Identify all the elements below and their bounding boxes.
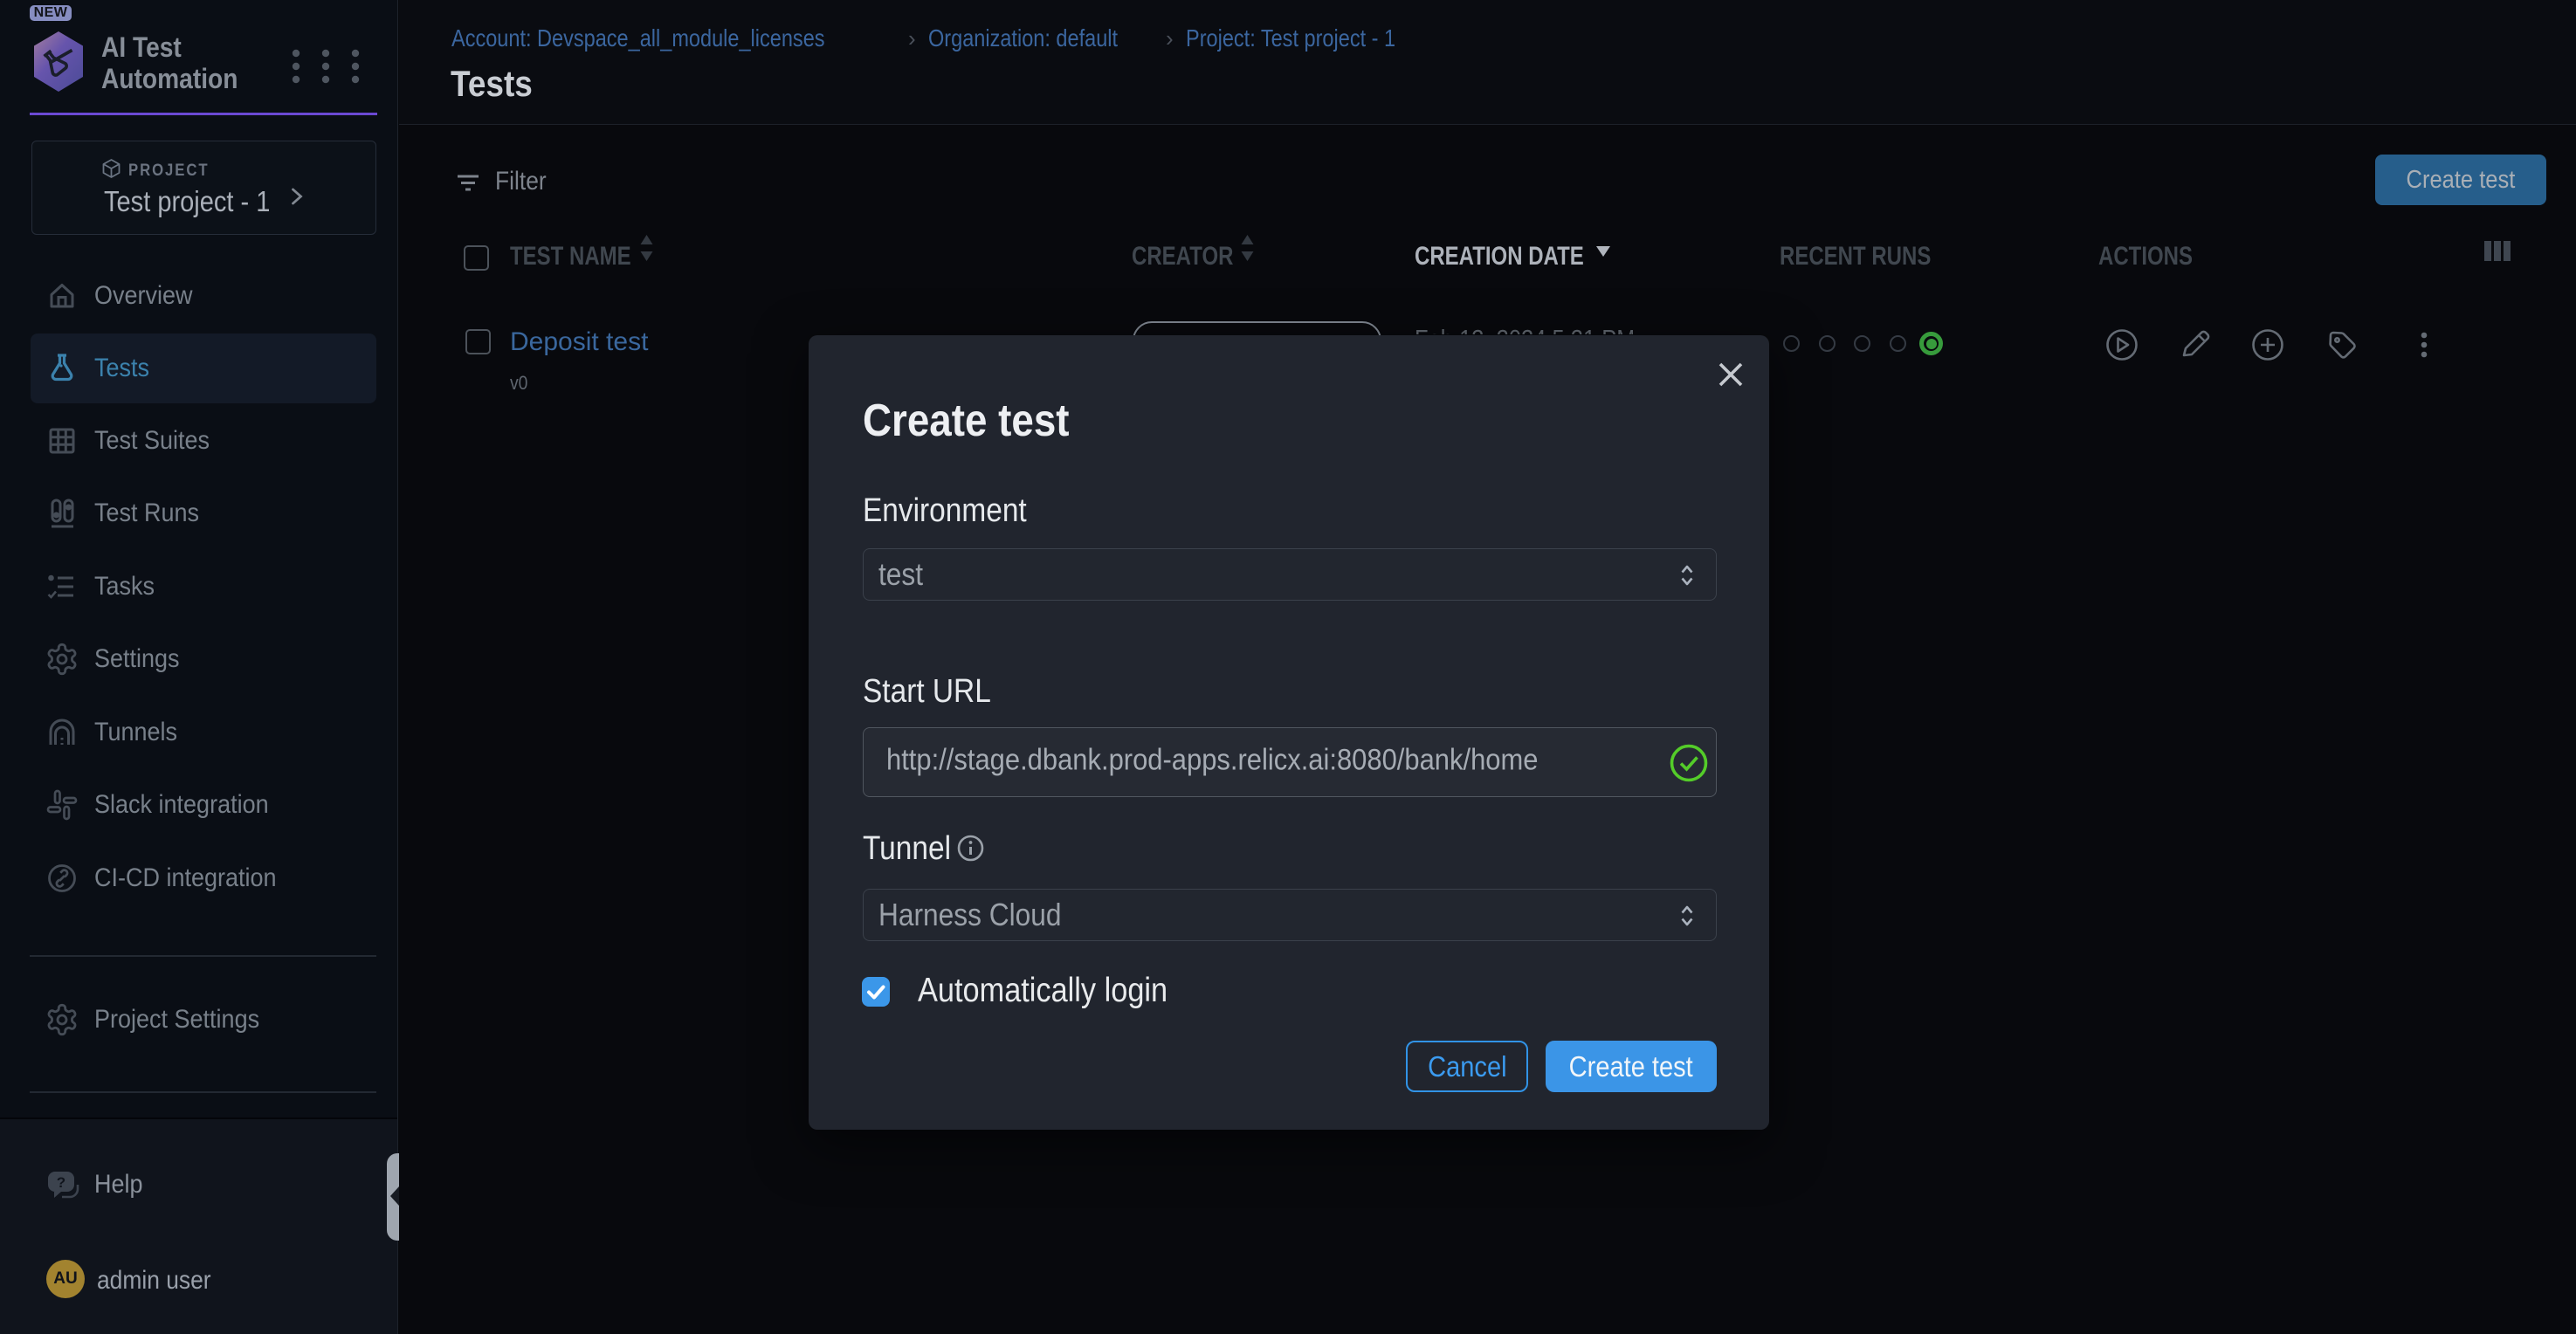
svg-text:?: ? <box>57 1174 65 1191</box>
